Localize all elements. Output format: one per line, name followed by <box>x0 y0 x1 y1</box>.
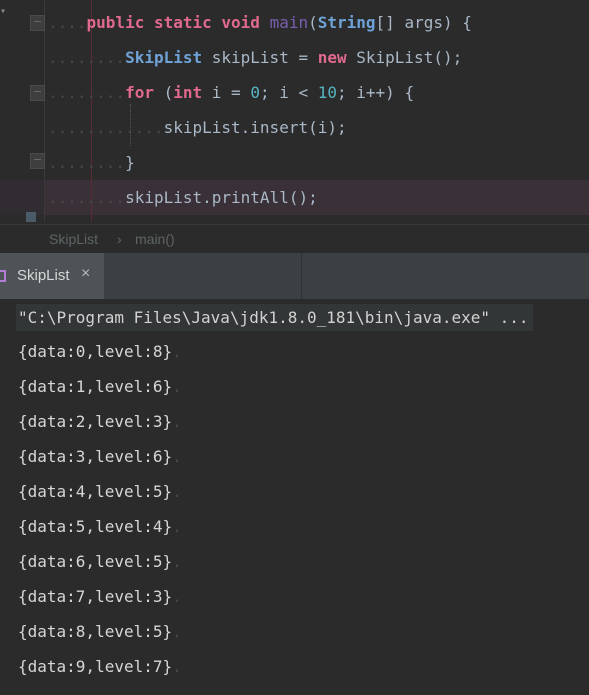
code-token: main <box>269 13 309 32</box>
run-config-icon <box>0 270 6 282</box>
fold-toggle-icon[interactable] <box>30 85 45 101</box>
close-icon[interactable]: × <box>81 265 90 283</box>
console-line: {data:4,level:5}. <box>18 477 182 507</box>
indent-whitespace: ........ <box>48 83 126 102</box>
line-end-marker: . <box>172 657 182 676</box>
gutter-separator <box>44 0 45 222</box>
console-line: {data:3,level:6}. <box>18 442 182 472</box>
code-line[interactable]: ........SkipList skipList = new SkipList… <box>48 40 462 75</box>
indent-whitespace: ........ <box>48 153 126 172</box>
code-token: } <box>125 153 135 172</box>
code-token: int <box>173 83 203 102</box>
code-token: skipList.printAll(); <box>125 188 318 207</box>
console-line-text: {data:5,level:4} <box>18 517 173 536</box>
line-end-marker: . <box>172 412 182 431</box>
code-token: 10 <box>317 83 338 102</box>
code-token: ( <box>308 13 318 32</box>
fold-toggle-icon[interactable] <box>30 15 45 31</box>
console-line: {data:8,level:5}. <box>18 617 182 647</box>
indent-whitespace: ............ <box>48 118 164 137</box>
line-end-marker: . <box>172 482 182 501</box>
code-token: static <box>153 13 212 32</box>
console-line-text: {data:8,level:5} <box>18 622 173 641</box>
console-line: {data:7,level:3}. <box>18 582 182 612</box>
code-line[interactable]: ........skipList.printAll(); <box>48 180 318 215</box>
console-line: {data:6,level:5}. <box>18 547 182 577</box>
code-token: String <box>317 13 376 32</box>
code-token: SkipList <box>125 48 203 67</box>
run-tab-bar: SkipList × <box>0 253 589 300</box>
tab-divider <box>301 253 302 299</box>
line-end-marker: . <box>172 517 182 536</box>
console-line-text: {data:6,level:5} <box>18 552 173 571</box>
code-token: ; i < <box>259 83 318 102</box>
console-line-text: {data:2,level:3} <box>18 412 173 431</box>
console-line-text: {data:4,level:5} <box>18 482 173 501</box>
console-line-text: {data:3,level:6} <box>18 447 173 466</box>
breadcrumb-separator: › <box>117 231 122 247</box>
scroll-marker <box>26 212 36 222</box>
code-token: skipList.insert(i); <box>163 118 347 137</box>
line-end-marker: . <box>172 622 182 641</box>
console-line: {data:5,level:4}. <box>18 512 182 542</box>
code-token: 0 <box>250 83 260 102</box>
code-line[interactable]: ........} <box>48 145 135 180</box>
console-line: {data:0,level:8}. <box>18 337 182 367</box>
code-editor[interactable]: ▾ ....public static void main(String[] a… <box>0 0 589 222</box>
breadcrumb-class[interactable]: SkipList <box>49 231 98 247</box>
tab-skiplist[interactable]: SkipList × <box>0 253 104 299</box>
console-line: {data:2,level:3}. <box>18 407 182 437</box>
code-token: i = <box>202 83 251 102</box>
line-end-marker: . <box>172 587 182 606</box>
code-line[interactable]: ............skipList.insert(i); <box>48 110 347 145</box>
console-line: {data:9,level:7}. <box>18 652 182 682</box>
code-token: new <box>317 48 347 67</box>
line-end-marker: . <box>172 552 182 571</box>
code-token: ( <box>153 83 174 102</box>
line-end-marker: . <box>172 342 182 361</box>
fold-marker-icon: ▾ <box>0 6 7 17</box>
code-token: public <box>86 13 145 32</box>
code-line[interactable]: ....public static void main(String[] arg… <box>48 5 472 40</box>
code-token: [] args) { <box>375 13 472 32</box>
fold-toggle-icon[interactable] <box>30 153 45 169</box>
breadcrumb: SkipList › main() <box>0 224 589 253</box>
code-token: skipList = <box>202 48 318 67</box>
console-line-text: {data:9,level:7} <box>18 657 173 676</box>
indent-whitespace: ........ <box>48 48 126 67</box>
console-line: {data:1,level:6}. <box>18 372 182 402</box>
indent-whitespace: ........ <box>48 188 126 207</box>
indent-whitespace: .... <box>48 13 87 32</box>
code-token: ; i++) { <box>337 83 415 102</box>
console-line-text: {data:1,level:6} <box>18 377 173 396</box>
console-line-text: {data:0,level:8} <box>18 342 173 361</box>
line-end-marker: . <box>172 447 182 466</box>
code-token: for <box>125 83 154 102</box>
line-end-marker: . <box>172 377 182 396</box>
console-line-text: {data:7,level:3} <box>18 587 173 606</box>
code-token: SkipList(); <box>346 48 463 67</box>
code-line[interactable]: ........for (int i = 0; i < 10; i++) { <box>48 75 414 110</box>
tab-label: SkipList <box>17 267 70 284</box>
breadcrumb-method[interactable]: main() <box>135 231 175 247</box>
code-token: void <box>221 13 260 32</box>
console-output[interactable]: "C:\Program Files\Java\jdk1.8.0_181\bin\… <box>0 300 589 695</box>
run-command[interactable]: "C:\Program Files\Java\jdk1.8.0_181\bin\… <box>16 304 533 331</box>
